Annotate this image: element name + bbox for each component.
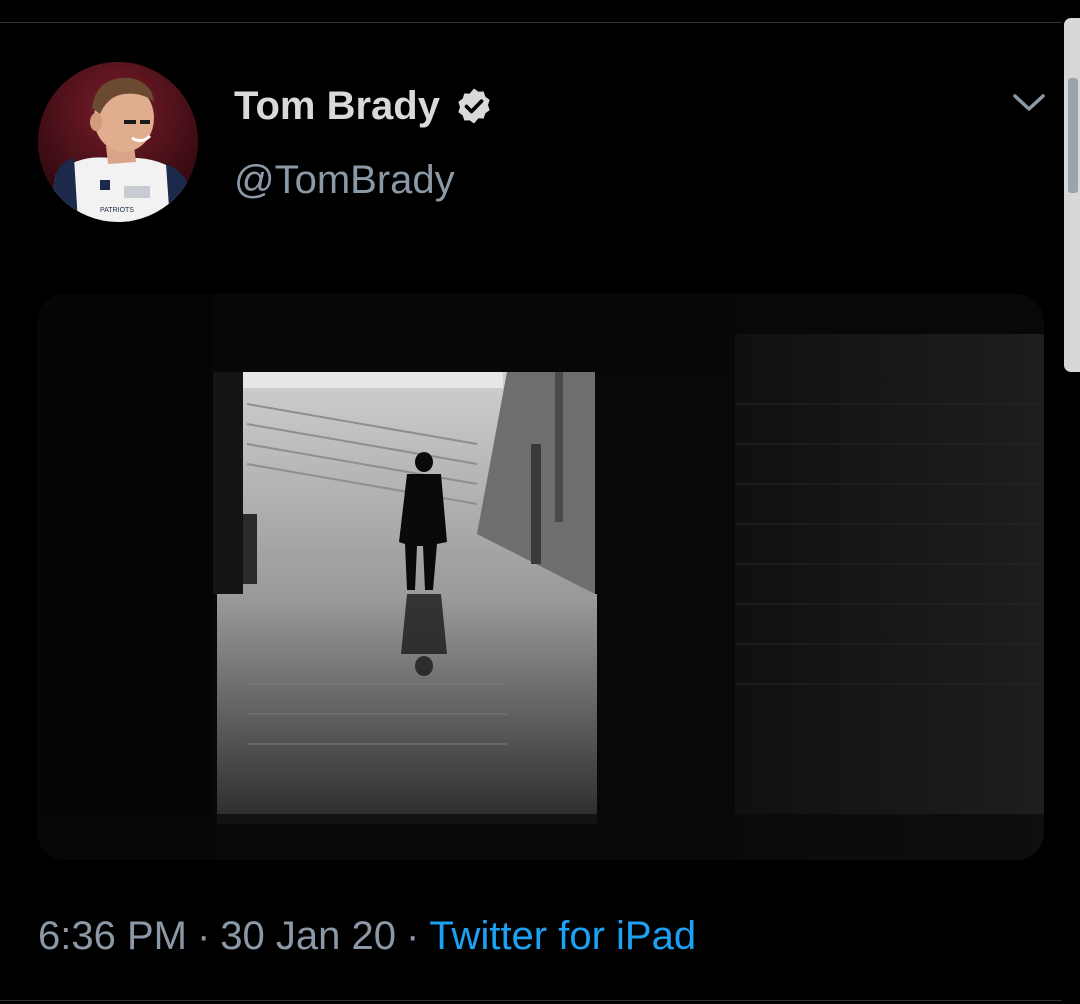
top-divider: [0, 22, 1062, 23]
scrollbar[interactable]: [1064, 18, 1080, 372]
meta-separator: ·: [406, 914, 420, 958]
tweet-source-link[interactable]: Twitter for iPad: [429, 914, 696, 958]
verified-badge-icon: [454, 86, 494, 126]
scrollbar-thumb[interactable]: [1068, 78, 1078, 193]
tweet-time[interactable]: 6:36 PM: [38, 914, 187, 958]
svg-text:PATRIOTS: PATRIOTS: [100, 207, 134, 214]
display-name-text: Tom Brady: [234, 84, 440, 128]
avatar[interactable]: PATRIOTS: [38, 62, 198, 222]
tweet-photo[interactable]: [37, 294, 1044, 860]
tweet-meta: 6:36 PM · 30 Jan 20 · Twitter for iPad: [38, 912, 696, 960]
meta-separator: ·: [196, 914, 211, 958]
tweet-date[interactable]: 30 Jan 20: [220, 914, 396, 958]
author-handle[interactable]: @TomBrady: [234, 156, 455, 204]
bottom-divider: [0, 1000, 1062, 1001]
chevron-down-icon[interactable]: [1010, 88, 1048, 118]
avatar-image: PATRIOTS: [38, 62, 198, 222]
author-display-name[interactable]: Tom Brady: [234, 82, 494, 130]
tunnel-photo: [37, 294, 1044, 860]
